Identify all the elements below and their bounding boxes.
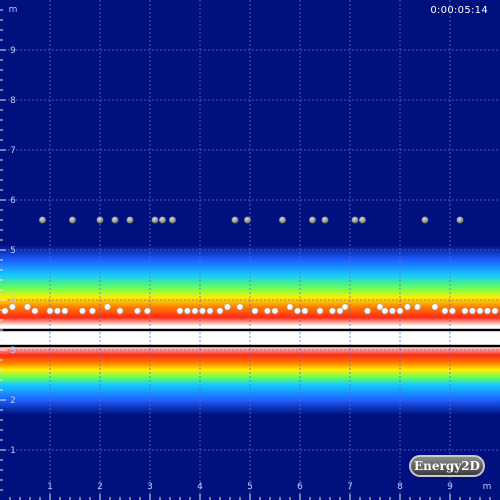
gray-particle[interactable]: [158, 216, 167, 224]
gray-particle[interactable]: [111, 216, 119, 224]
x-tick-label: 1: [47, 482, 53, 492]
white-particle[interactable]: [46, 307, 54, 315]
gray-particle[interactable]: [168, 216, 177, 224]
gray-particle[interactable]: [151, 216, 159, 224]
white-particle[interactable]: [389, 307, 396, 315]
x-tick-label: 8: [397, 482, 403, 492]
white-particle[interactable]: [441, 307, 449, 315]
white-particle[interactable]: [104, 303, 111, 311]
white-particle[interactable]: [431, 303, 439, 311]
white-particle[interactable]: [381, 307, 389, 315]
white-particle[interactable]: [191, 307, 199, 315]
white-particle[interactable]: [476, 307, 484, 315]
gray-particle[interactable]: [243, 216, 252, 224]
white-particle[interactable]: [176, 307, 184, 315]
white-particle[interactable]: [54, 307, 61, 315]
white-particle[interactable]: [31, 307, 39, 315]
white-particle[interactable]: [404, 303, 411, 311]
white-particle[interactable]: [264, 307, 271, 315]
plate-line: [0, 328, 500, 332]
x-tick-label: 4: [197, 482, 203, 492]
y-tick-label: 1: [10, 446, 16, 456]
x-axis-unit: m: [483, 482, 492, 492]
white-particle[interactable]: [329, 307, 336, 315]
white-particle[interactable]: [184, 307, 191, 315]
y-tick-label: 5: [10, 246, 16, 256]
x-tick-label: 6: [297, 482, 303, 492]
x-tick-label: 5: [247, 482, 253, 492]
plate-line: [0, 344, 500, 348]
white-particle[interactable]: [206, 307, 214, 315]
white-particle[interactable]: [491, 307, 499, 315]
white-particle[interactable]: [144, 307, 151, 315]
white-particle[interactable]: [24, 303, 31, 311]
white-particle[interactable]: [271, 307, 279, 315]
y-tick-label: 8: [10, 96, 16, 106]
gray-particle[interactable]: [38, 216, 47, 224]
elapsed-time: 0:00:05:14: [430, 5, 488, 16]
gray-particle[interactable]: [126, 216, 134, 224]
y-axis-unit: m: [9, 5, 18, 15]
white-particle[interactable]: [461, 307, 469, 315]
white-particle[interactable]: [251, 307, 259, 315]
white-particle[interactable]: [79, 307, 86, 315]
gray-particle[interactable]: [456, 216, 464, 224]
simulation-canvas[interactable]: 1 2 3 4 5 6 7 8 9 9 8 7 6 5 4 3 2 1 m m: [0, 0, 500, 500]
white-particle[interactable]: [1, 307, 9, 315]
white-particle[interactable]: [134, 307, 141, 315]
gray-particle[interactable]: [231, 216, 239, 224]
white-particle[interactable]: [449, 307, 456, 315]
y-tick-label: 9: [10, 46, 16, 56]
x-tick-label: 9: [447, 482, 453, 492]
white-particle[interactable]: [216, 307, 224, 315]
energy2d-logo[interactable]: Energy2D: [409, 455, 485, 477]
white-particle[interactable]: [364, 307, 371, 315]
gray-particle[interactable]: [278, 216, 287, 224]
gray-particle[interactable]: [351, 216, 359, 224]
white-particle[interactable]: [316, 307, 324, 315]
gray-particle[interactable]: [358, 216, 367, 224]
y-tick-label: 3: [10, 346, 16, 356]
gray-particle[interactable]: [421, 216, 429, 224]
y-tick-label: 4: [10, 296, 16, 306]
y-tick-label: 6: [10, 196, 16, 206]
white-particle[interactable]: [224, 303, 231, 311]
white-particle[interactable]: [61, 307, 69, 315]
white-particle[interactable]: [336, 307, 344, 315]
gray-particle[interactable]: [321, 216, 329, 224]
white-particle[interactable]: [236, 303, 244, 311]
x-tick-label: 3: [147, 482, 153, 492]
white-particle[interactable]: [286, 303, 294, 311]
x-tick-label: 7: [347, 482, 353, 492]
x-tick-label: 2: [97, 482, 103, 492]
y-tick-label: 2: [10, 396, 16, 406]
white-particle[interactable]: [396, 307, 404, 315]
white-particle[interactable]: [294, 307, 301, 315]
white-particle[interactable]: [89, 307, 96, 315]
gray-particle[interactable]: [96, 216, 104, 224]
white-particle[interactable]: [469, 307, 476, 315]
y-tick-label: 7: [10, 146, 16, 156]
white-particle[interactable]: [414, 303, 421, 311]
white-particle[interactable]: [301, 307, 309, 315]
gray-particle[interactable]: [68, 216, 77, 224]
white-particle[interactable]: [199, 307, 206, 315]
gray-particle[interactable]: [308, 216, 317, 224]
simulation-view[interactable]: 1 2 3 4 5 6 7 8 9 9 8 7 6 5 4 3 2 1 m m 0:00:05:14 Energy2D: [0, 0, 500, 500]
white-particle[interactable]: [484, 307, 491, 315]
white-particle[interactable]: [116, 307, 124, 315]
